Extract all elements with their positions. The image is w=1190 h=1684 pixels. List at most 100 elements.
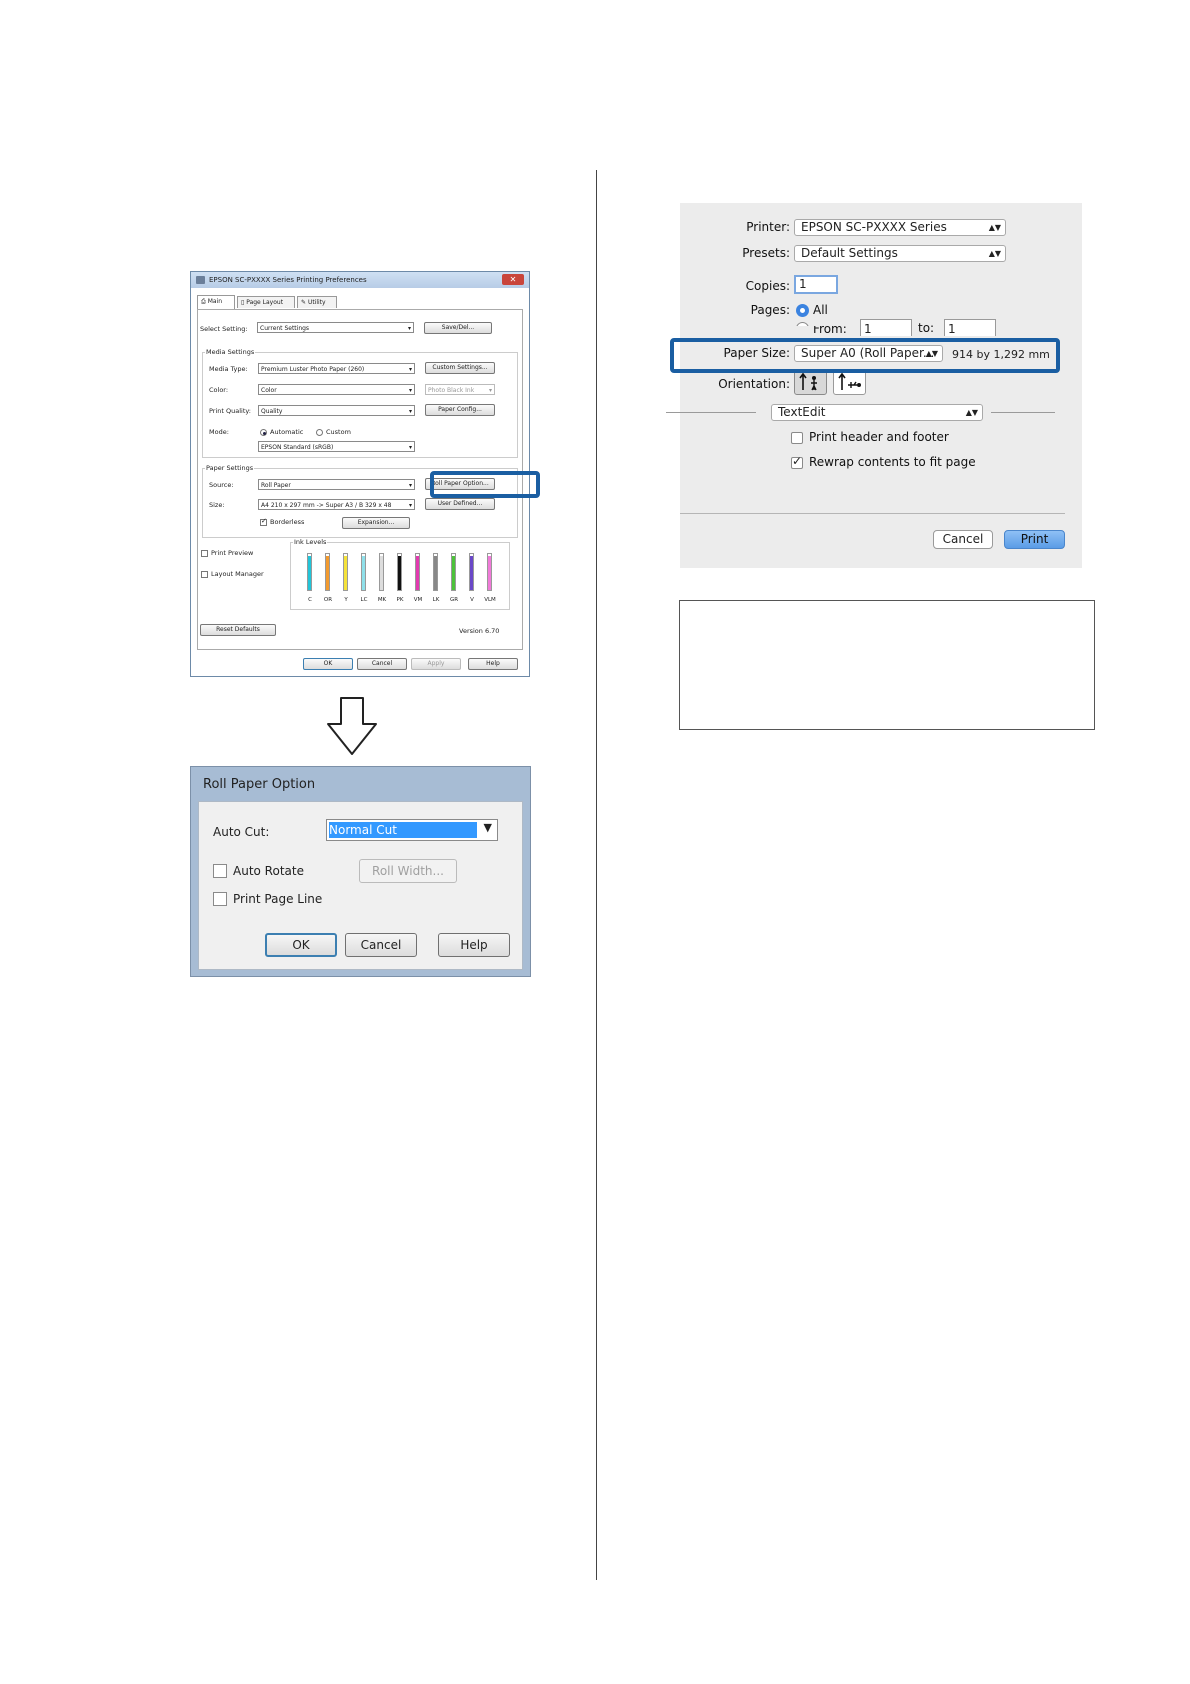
ink-label: LC	[360, 597, 368, 603]
reset-defaults-button[interactable]: Reset Defaults	[200, 624, 276, 636]
close-icon[interactable]: ✕	[502, 274, 524, 285]
source-value: Roll Paper	[261, 482, 291, 489]
tab-main-label: Main	[207, 298, 223, 305]
paper-config-button[interactable]: Paper Config...	[425, 404, 495, 416]
layout-manager-checkbox[interactable]	[201, 571, 208, 578]
auto-rotate-checkbox[interactable]	[213, 864, 227, 878]
ink-label: C	[308, 597, 312, 603]
black-ink-dropdown[interactable]: Photo Black Ink ▾	[425, 384, 495, 395]
ink-bar-y	[343, 553, 348, 591]
landscape-icon	[838, 372, 861, 390]
mode-automatic-radio[interactable]	[260, 429, 267, 436]
media-settings-group: Media Settings Media Type: Premium Luste…	[202, 348, 518, 458]
pages-all-radio[interactable]	[796, 304, 809, 317]
mode-custom-radio[interactable]	[316, 429, 323, 436]
ink-fill	[470, 555, 473, 590]
mode-custom-label: Custom	[326, 428, 351, 436]
print-button[interactable]: Print	[1004, 530, 1065, 549]
auto-cut-label: Auto Cut:	[213, 825, 270, 839]
print-header-footer-checkbox[interactable]	[791, 432, 803, 444]
ink-levels-group: Ink Levels C OR Y LC MK PK VM LK GR V VLM	[290, 538, 510, 610]
to-label: to:	[918, 321, 935, 335]
expansion-button[interactable]: Expansion...	[342, 517, 410, 529]
presets-popup[interactable]: Default Settings ▲▼	[794, 245, 1006, 262]
copies-input[interactable]: 1	[794, 275, 838, 294]
source-label: Source:	[209, 481, 234, 489]
pages-all-label: All	[813, 303, 828, 317]
size-dropdown[interactable]: A4 210 x 297 mm -> Super A3 / B 329 x 48…	[258, 499, 415, 510]
select-setting-dropdown[interactable]: Current Settings ▾	[257, 322, 414, 333]
ink-label: OR	[323, 597, 333, 603]
help-button[interactable]: Help	[438, 933, 510, 957]
printer-value: EPSON SC-PXXXX Series	[801, 220, 947, 234]
ink-bar-mk	[379, 553, 384, 591]
print-quality-value: Quality	[261, 408, 283, 415]
media-settings-title: Media Settings	[205, 348, 256, 356]
chevron-down-icon: ▾	[408, 502, 412, 509]
print-page-line-checkbox[interactable]	[213, 892, 227, 906]
print-page-line-label: Print Page Line	[233, 892, 323, 906]
portrait-icon	[799, 372, 817, 391]
ink-bar-lk	[433, 553, 438, 591]
user-defined-button[interactable]: User Defined...	[425, 498, 495, 510]
borderless-checkbox[interactable]: ✓	[260, 517, 267, 526]
borderless-label: Borderless	[270, 518, 305, 526]
print-preview-checkbox[interactable]	[201, 550, 208, 557]
print-quality-dropdown[interactable]: Quality ▾	[258, 405, 415, 416]
ink-label: VLM	[484, 597, 496, 603]
window-title: EPSON SC-PXXXX Series Printing Preferenc…	[209, 276, 367, 284]
ink-fill	[416, 555, 419, 590]
roll-width-button[interactable]: Roll Width...	[359, 859, 457, 883]
tab-utility[interactable]: ✎ Utility	[297, 296, 337, 308]
mode-automatic-label: Automatic	[270, 428, 304, 436]
source-dropdown[interactable]: Roll Paper ▾	[258, 479, 415, 490]
print-header-footer-label: Print header and footer	[809, 430, 949, 444]
chevron-down-icon: ▾	[408, 408, 412, 415]
ink-label: V	[470, 597, 474, 603]
chevron-down-icon: ▾	[488, 387, 492, 394]
cancel-button[interactable]: Cancel	[357, 658, 407, 670]
ink-label: MK	[377, 597, 387, 603]
cancel-button[interactable]: Cancel	[933, 530, 993, 549]
rewrap-checkbox[interactable]: ✓	[791, 454, 803, 469]
presets-label: Presets:	[742, 246, 790, 260]
version-text: Version 6.70	[459, 627, 500, 635]
chevron-down-icon: ▾	[408, 444, 412, 451]
ok-button[interactable]: OK	[303, 658, 353, 670]
save-del-button[interactable]: Save/Del...	[424, 322, 492, 334]
copies-label: Copies:	[745, 279, 790, 293]
custom-settings-button[interactable]: Custom Settings...	[425, 362, 495, 374]
select-setting-label: Select Setting:	[200, 325, 248, 333]
select-setting-value: Current Settings	[260, 325, 310, 332]
app-section-value: TextEdit	[778, 405, 826, 419]
ok-button[interactable]: OK	[265, 933, 337, 957]
ink-fill	[488, 555, 491, 590]
to-input[interactable]: 1	[944, 319, 996, 336]
ink-fill	[380, 555, 383, 590]
ink-fill	[452, 555, 455, 590]
ink-level-bars: C OR Y LC MK PK VM LK GR V VLM	[299, 551, 503, 609]
tab-main[interactable]: ⎙ Main	[197, 295, 235, 309]
ink-fill	[308, 555, 311, 590]
ink-fill	[344, 555, 347, 590]
from-input[interactable]: 1	[860, 319, 912, 336]
app-section-popup[interactable]: TextEdit ▲▼	[771, 404, 983, 421]
dialog-body: Auto Cut: Normal Cut ▼ Auto Rotate Roll …	[198, 801, 523, 970]
mode-dropdown[interactable]: EPSON Standard (sRGB) ▾	[258, 441, 415, 452]
apply-button[interactable]: Apply	[411, 658, 461, 670]
mac-print-dialog: Printer: EPSON SC-PXXXX Series ▲▼ Presets…	[666, 203, 1082, 568]
size-value: A4 210 x 297 mm -> Super A3 / B 329 x 48	[261, 502, 392, 509]
tab-page-layout[interactable]: ▯ Page Layout	[237, 296, 295, 308]
up-down-icon: ▲▼	[988, 249, 1001, 258]
ink-bar-lc	[361, 553, 366, 591]
media-type-dropdown[interactable]: Premium Luster Photo Paper (260) ▾	[258, 363, 415, 374]
chevron-down-icon: ▼	[483, 821, 492, 834]
auto-cut-dropdown[interactable]: Normal Cut ▼	[326, 819, 498, 841]
color-dropdown[interactable]: Color ▾	[258, 384, 415, 395]
roll-paper-option-highlight	[430, 471, 540, 498]
help-button[interactable]: Help	[468, 658, 518, 670]
ink-levels-title: Ink Levels	[293, 538, 328, 546]
printer-popup[interactable]: EPSON SC-PXXXX Series ▲▼	[794, 219, 1006, 236]
mode-value: EPSON Standard (sRGB)	[261, 444, 334, 451]
cancel-button[interactable]: Cancel	[345, 933, 417, 957]
